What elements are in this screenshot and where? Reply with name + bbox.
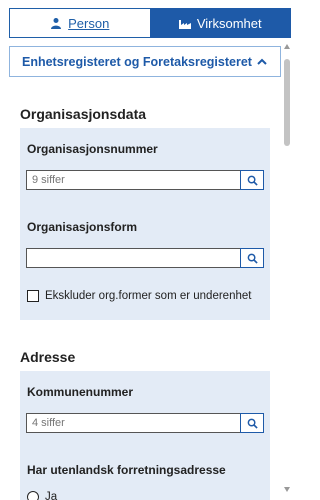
accordion-title: Enhetsregisteret og Foretaksregisteret bbox=[22, 54, 252, 69]
tab-bar: Person Virksomhet bbox=[0, 0, 300, 38]
person-icon bbox=[51, 18, 62, 29]
orgnr-input[interactable] bbox=[26, 170, 240, 190]
exclude-underenhet-checkbox[interactable] bbox=[27, 290, 39, 302]
kommunenr-search-button[interactable] bbox=[240, 413, 264, 433]
exclude-underenhet-label: Ekskluder org.former som er underenhet bbox=[45, 290, 252, 302]
search-icon bbox=[247, 418, 258, 429]
kommunenr-label: Kommunenummer bbox=[27, 385, 134, 399]
orgform-search-button[interactable] bbox=[240, 248, 264, 268]
orgform-input[interactable] bbox=[26, 248, 240, 268]
accordion-header[interactable]: Enhetsregisteret og Foretaksregisteret bbox=[9, 46, 281, 77]
filter-content: Enhetsregisteret og Foretaksregisteret O… bbox=[9, 46, 281, 500]
scroll-down-arrow-icon[interactable] bbox=[284, 487, 290, 492]
search-icon bbox=[247, 253, 258, 264]
panel-adresse: Kommunenummer Har utenlandsk forretnings… bbox=[20, 371, 270, 500]
tab-virksomhet[interactable]: Virksomhet bbox=[149, 8, 291, 38]
kommunenr-input[interactable] bbox=[26, 413, 240, 433]
orgnr-input-row bbox=[26, 170, 264, 190]
factory-icon bbox=[178, 20, 191, 29]
utenlandsk-ja-option: Ja bbox=[26, 491, 264, 500]
panel-organisasjonsdata: Organisasjonsnummer Organisasjonsform bbox=[20, 128, 270, 320]
kommunenr-input-row bbox=[26, 413, 264, 433]
tab-virksomhet-label: Virksomhet bbox=[196, 15, 262, 31]
chevron-up-icon[interactable] bbox=[256, 56, 268, 68]
section-title-organisasjonsdata: Organisasjonsdata bbox=[20, 106, 147, 122]
scroll-up-arrow-icon[interactable] bbox=[284, 44, 290, 49]
scrollbar[interactable] bbox=[284, 40, 291, 494]
tab-person-label: Person bbox=[68, 15, 110, 31]
utenlandsk-ja-label: Ja bbox=[45, 491, 58, 500]
section-title-adresse: Adresse bbox=[20, 349, 76, 365]
utenlandsk-label: Har utenlandsk forretningsadresse bbox=[27, 463, 226, 477]
tab-person[interactable]: Person bbox=[9, 8, 150, 38]
scroll-area: Enhetsregisteret og Foretaksregisteret O… bbox=[0, 38, 300, 500]
search-icon bbox=[247, 175, 258, 186]
orgnr-label: Organisasjonsnummer bbox=[27, 142, 158, 156]
scroll-thumb[interactable] bbox=[284, 59, 290, 146]
orgnr-search-button[interactable] bbox=[240, 170, 264, 190]
orgform-label: Organisasjonsform bbox=[27, 220, 138, 234]
orgform-input-row bbox=[26, 248, 264, 268]
utenlandsk-ja-radio[interactable] bbox=[27, 491, 39, 500]
exclude-underenhet-option: Ekskluder org.former som er underenhet bbox=[26, 290, 264, 302]
